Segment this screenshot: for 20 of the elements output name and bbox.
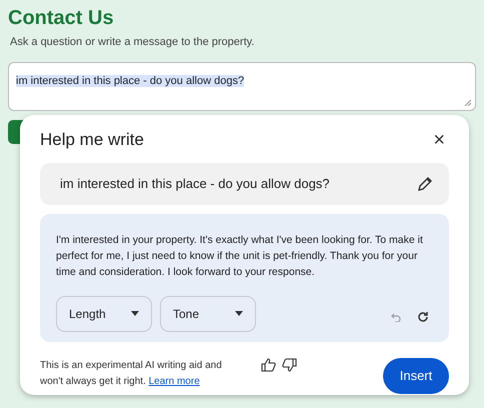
dropdown[interactable]: Length: [56, 296, 152, 332]
disclaimer-text: This is an experimental AI writing aid and won't always get it right. Learn more: [40, 358, 223, 388]
generated-text: I'm interested in your property. It's exactly what I've been looking for. To make it perfect for me, I just need to know if the unit is pet-friendly. Thank you for your time and consideration. I look forward to your response.: [56, 232, 424, 280]
edit-icon[interactable]: [417, 176, 433, 192]
insert-button[interactable]: Insert: [383, 358, 449, 394]
caret-icon: [131, 311, 139, 316]
page-title: Contact Us: [8, 6, 115, 30]
dropdown[interactable]: Tone: [160, 296, 256, 332]
thumbs-down-icon[interactable]: [281, 358, 297, 372]
resize-grip-icon[interactable]: [464, 98, 471, 106]
refresh-icon: [417, 311, 429, 324]
thumbs-up-icon[interactable]: [261, 358, 277, 372]
prompt-text: im interested in this place - do you allow dogs?: [60, 174, 330, 193]
subtitle: Ask a question or write a message to the property.: [10, 35, 256, 50]
close-button[interactable]: ×: [429, 130, 449, 150]
message-field[interactable]: im interested in this place - do you allow dogs?: [8, 62, 476, 110]
caret-icon: [235, 311, 243, 316]
dialog-title: Help me write: [40, 129, 144, 151]
undo-icon: [391, 312, 401, 322]
learn-more-link[interactable]: Learn more: [148, 376, 200, 386]
